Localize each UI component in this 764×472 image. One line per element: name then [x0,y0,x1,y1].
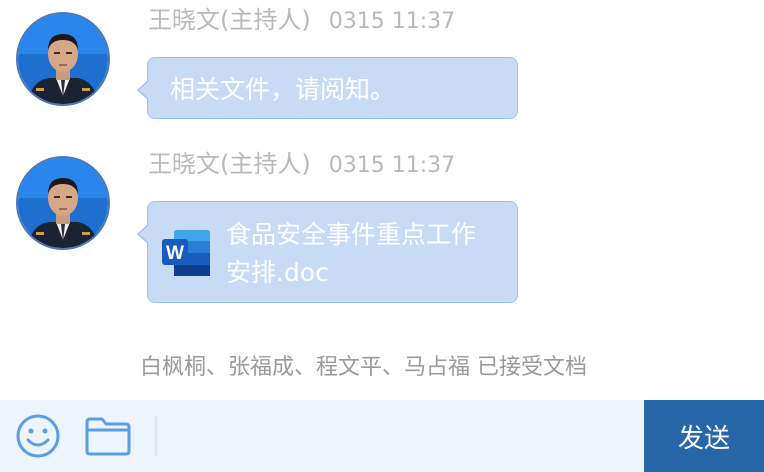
file-attachment-bubble[interactable]: W 食品安全事件重点工作安排.doc [137,201,518,303]
message-meta: 王晓文(主持人) 0315 11:37 [148,144,455,186]
message-text: 相关文件，请阅知。 [170,75,396,104]
message-bubble[interactable]: 相关文件，请阅知。 [137,57,518,119]
avatar-portrait [18,14,108,104]
system-notification: 白枫桐、张福成、程文平、马占福 已接受文档 [140,355,587,380]
chat-area: 王晓文(主持人) 0315 11:37 相关文件，请阅知。 王晓文(主持人) 0… [0,0,764,400]
avatar-portrait [18,158,108,248]
message-meta: 王晓文(主持人) 0315 11:37 [148,0,455,42]
emoji-icon[interactable] [15,414,61,458]
message-input-bar: 发送 [0,400,764,472]
avatar[interactable] [16,156,110,250]
sender-name: 王晓文(主持人) [148,150,311,178]
chat-message: 王晓文(主持人) 0315 11:37 W 食品安全事件重点工作安排.doc [0,144,764,314]
message-time: 0315 11:37 [328,9,456,34]
file-name: 食品安全事件重点工作安排.doc [226,220,477,287]
sender-name: 王晓文(主持人) [148,6,311,34]
chat-message: 王晓文(主持人) 0315 11:37 相关文件，请阅知。 [0,0,764,130]
message-input[interactable] [160,408,640,466]
input-divider [155,416,157,456]
avatar[interactable] [16,12,110,106]
word-doc-icon: W [162,230,210,276]
folder-icon[interactable] [84,414,132,458]
message-time: 0315 11:37 [328,153,456,178]
svg-text:W: W [166,243,184,264]
send-button[interactable]: 发送 [644,400,764,472]
